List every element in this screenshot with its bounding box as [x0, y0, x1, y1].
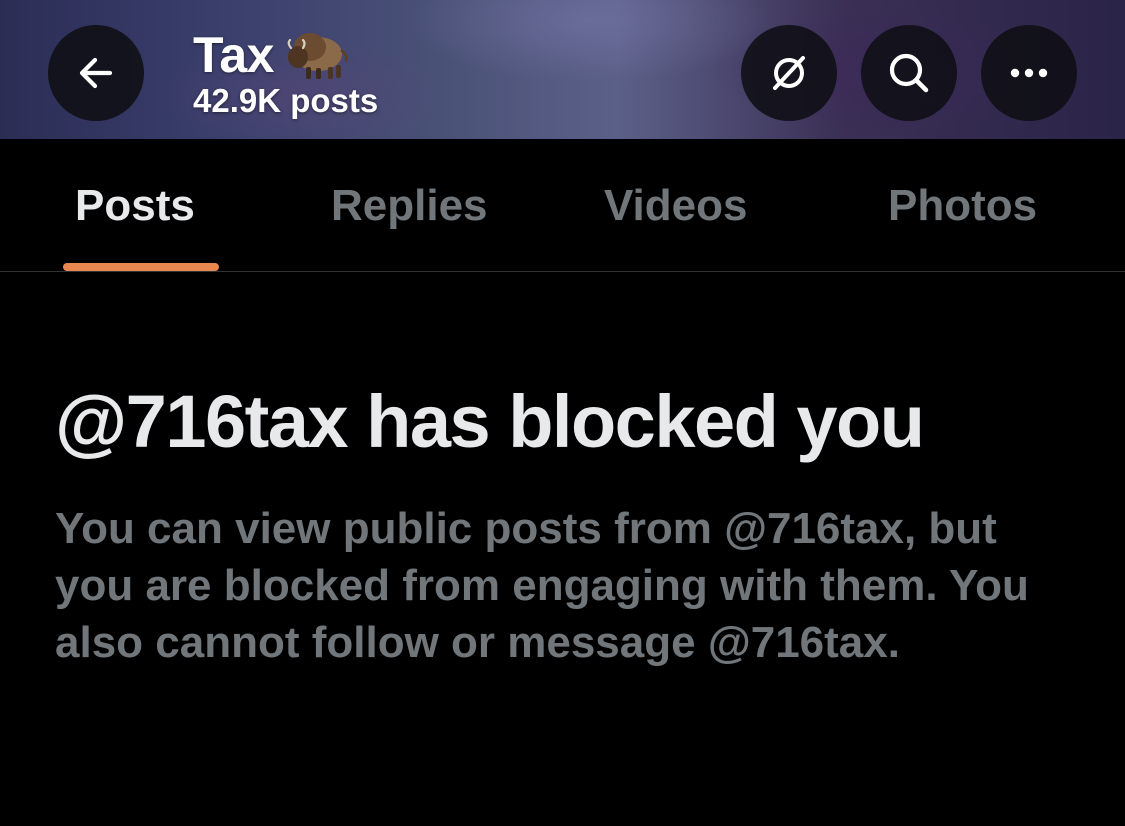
post-count: 42.9K posts [193, 82, 379, 119]
search-icon [885, 49, 933, 97]
profile-name: Tax [193, 27, 274, 83]
more-options-button[interactable] [981, 25, 1077, 121]
tab-posts[interactable]: Posts [75, 181, 195, 231]
profile-tabs: Posts Replies Videos Photos [0, 139, 1125, 272]
blocked-message: You can view public posts from @716tax, … [55, 504, 1029, 667]
bison-icon [286, 27, 352, 88]
tab-videos[interactable]: Videos [604, 181, 747, 231]
blocked-heading: @716tax has blocked you [55, 380, 925, 463]
profile-header-banner: Tax 42.9K posts [0, 0, 1125, 139]
search-button[interactable] [861, 25, 957, 121]
profile-page: Tax 42.9K posts Posts Replies Videos Pho… [0, 0, 1125, 826]
active-tab-indicator [63, 263, 219, 271]
unfollow-slash-icon [765, 49, 813, 97]
tab-photos[interactable]: Photos [888, 181, 1037, 231]
more-horizontal-icon [1007, 67, 1051, 79]
back-button[interactable] [48, 25, 144, 121]
unfollow-button[interactable] [741, 25, 837, 121]
tab-replies[interactable]: Replies [331, 181, 488, 231]
arrow-left-icon [76, 53, 116, 93]
profile-title-block: Tax 42.9K posts [193, 26, 378, 120]
